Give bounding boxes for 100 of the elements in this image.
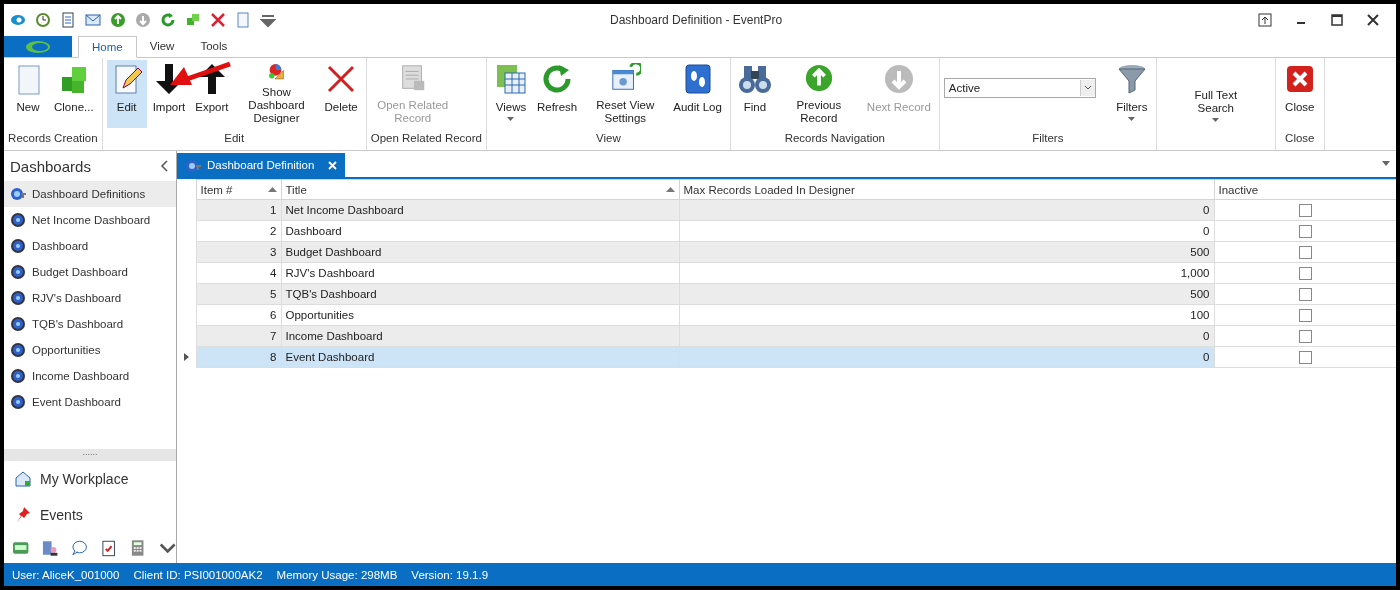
sidebar-item[interactable]: Budget Dashboard [4, 259, 176, 285]
checkbox[interactable] [1298, 308, 1312, 322]
house-icon [14, 470, 32, 488]
close-icon[interactable] [1366, 12, 1380, 27]
dashboard-settings-icon [185, 158, 201, 172]
group-label: Close [1285, 132, 1315, 144]
checkbox[interactable] [1298, 224, 1312, 238]
table-cell: Net Income Dashboard [281, 199, 679, 221]
caret-icon [507, 117, 515, 121]
logo-icon [23, 38, 53, 55]
clock-icon[interactable] [35, 11, 51, 28]
group-label: Records Creation [8, 132, 98, 144]
maximize-icon[interactable] [1330, 12, 1344, 27]
dashboard-icon [10, 238, 26, 254]
table-cell: 500 [679, 283, 1214, 305]
table-cell: 500 [679, 241, 1214, 263]
column-header[interactable]: Item # [196, 179, 281, 200]
group-label: Records Navigation [784, 132, 885, 144]
table-cell: 7 [196, 325, 281, 347]
sidebar-item[interactable]: Dashboard [4, 233, 176, 259]
status-text: Client ID: PSI001000AK2 [133, 568, 263, 581]
sidebar-item[interactable]: RJV's Dashboard [4, 285, 176, 311]
sidebar-item[interactable]: Income Dashboard [4, 363, 176, 389]
speech-bubble-icon[interactable] [70, 539, 88, 557]
page-icon[interactable] [235, 11, 251, 28]
ribbon-button[interactable]: Clone... [50, 60, 98, 128]
checkbox[interactable] [1298, 203, 1312, 217]
ribbon-button[interactable]: Show Dashboard Designer [234, 60, 319, 128]
sidebar-item[interactable]: Dashboard Definitions [4, 181, 176, 207]
ribbon-button[interactable]: Filters [1111, 60, 1152, 128]
caret-icon [1212, 118, 1220, 122]
table-cell: Income Dashboard [281, 325, 679, 347]
sidebar-item[interactable]: Net Income Dashboard [4, 207, 176, 233]
clipboard-icon[interactable] [100, 539, 118, 557]
table-cell: 1,000 [679, 262, 1214, 284]
nav-item[interactable]: Events [4, 497, 176, 533]
group-label: Open Related Record [370, 132, 482, 144]
table-cell: 0 [679, 220, 1214, 242]
table-cell: 5 [196, 283, 281, 305]
checkbox[interactable] [1298, 287, 1312, 301]
status-text: User: AliceK_001000 [12, 568, 120, 581]
app-menu-button[interactable] [4, 36, 72, 57]
column-header[interactable]: Title [281, 179, 679, 200]
dashboard-icon [10, 342, 26, 358]
document-tab[interactable]: Dashboard Definition [177, 153, 346, 177]
cubes-icon[interactable] [185, 11, 201, 28]
sort-arrow-icon [267, 187, 277, 192]
card-icon[interactable] [12, 539, 30, 557]
building-person-icon[interactable] [41, 539, 59, 557]
ribbon-button[interactable]: Export [191, 60, 233, 128]
ribbon-tab[interactable]: Tools [187, 35, 241, 57]
splitter-grip[interactable]: ...... [4, 449, 176, 461]
table-cell: 4 [196, 262, 281, 284]
status-text: Version: 19.1.9 [411, 568, 489, 581]
dashboard-icon [10, 264, 26, 280]
table-cell: 1 [196, 199, 281, 221]
refresh-icon[interactable] [160, 11, 176, 28]
table-cell: Dashboard [281, 220, 679, 242]
table-cell: Event Dashboard [281, 346, 679, 368]
ribbon-button[interactable]: Find [734, 60, 775, 128]
group-label: Filters [1032, 132, 1064, 144]
pin-window-icon[interactable] [1258, 12, 1272, 27]
ribbon-tab[interactable]: Home [78, 36, 137, 58]
sidebar-item[interactable]: TQB's Dashboard [4, 311, 176, 337]
delete-icon[interactable] [210, 11, 226, 28]
document-icon[interactable] [60, 11, 76, 28]
ribbon-button[interactable]: Previous Record [776, 60, 861, 128]
table-cell: 8 [196, 346, 281, 368]
column-header[interactable]: Max Records Loaded In Designer [679, 179, 1214, 200]
dashboard-icon [10, 368, 26, 384]
ribbon-button[interactable]: Edit [106, 60, 147, 128]
ribbon-button[interactable]: Refresh [532, 60, 582, 128]
envelope-icon[interactable] [85, 11, 101, 28]
column-header[interactable]: Inactive [1214, 179, 1396, 200]
checkbox[interactable] [1298, 245, 1312, 259]
collapse-icon[interactable] [160, 160, 170, 172]
sidebar-item[interactable]: Event Dashboard [4, 389, 176, 415]
ribbon-button[interactable]: Delete [320, 60, 362, 128]
ribbon-button[interactable]: Audit Log [669, 60, 726, 128]
checkbox[interactable] [1298, 350, 1312, 364]
table-cell: 3 [196, 241, 281, 263]
ribbon-button[interactable]: Views [490, 60, 531, 128]
group-label: View [596, 132, 621, 144]
filter-dropdown[interactable]: Active [943, 78, 1096, 98]
sidebar-item[interactable]: Opportunities [4, 337, 176, 363]
ribbon-button[interactable]: Reset View Settings [583, 60, 668, 128]
ribbon-button[interactable]: New [8, 60, 48, 128]
checkbox[interactable] [1298, 329, 1312, 343]
ribbon-button[interactable]: Full Text Search [1160, 60, 1271, 128]
table-cell: 2 [196, 220, 281, 242]
table-cell: TQB's Dashboard [281, 283, 679, 305]
nav-item[interactable]: My Workplace [4, 461, 176, 497]
checkbox[interactable] [1298, 266, 1312, 280]
table-cell: Budget Dashboard [281, 241, 679, 263]
panel-title: Dashboards [10, 157, 91, 175]
grid-view-icon [494, 63, 527, 95]
ribbon-button[interactable]: Close [1279, 60, 1320, 128]
ribbon-tab[interactable]: View [136, 35, 188, 57]
table-cell: 0 [679, 325, 1214, 347]
dropdown-arrow-icon[interactable] [1382, 161, 1390, 167]
